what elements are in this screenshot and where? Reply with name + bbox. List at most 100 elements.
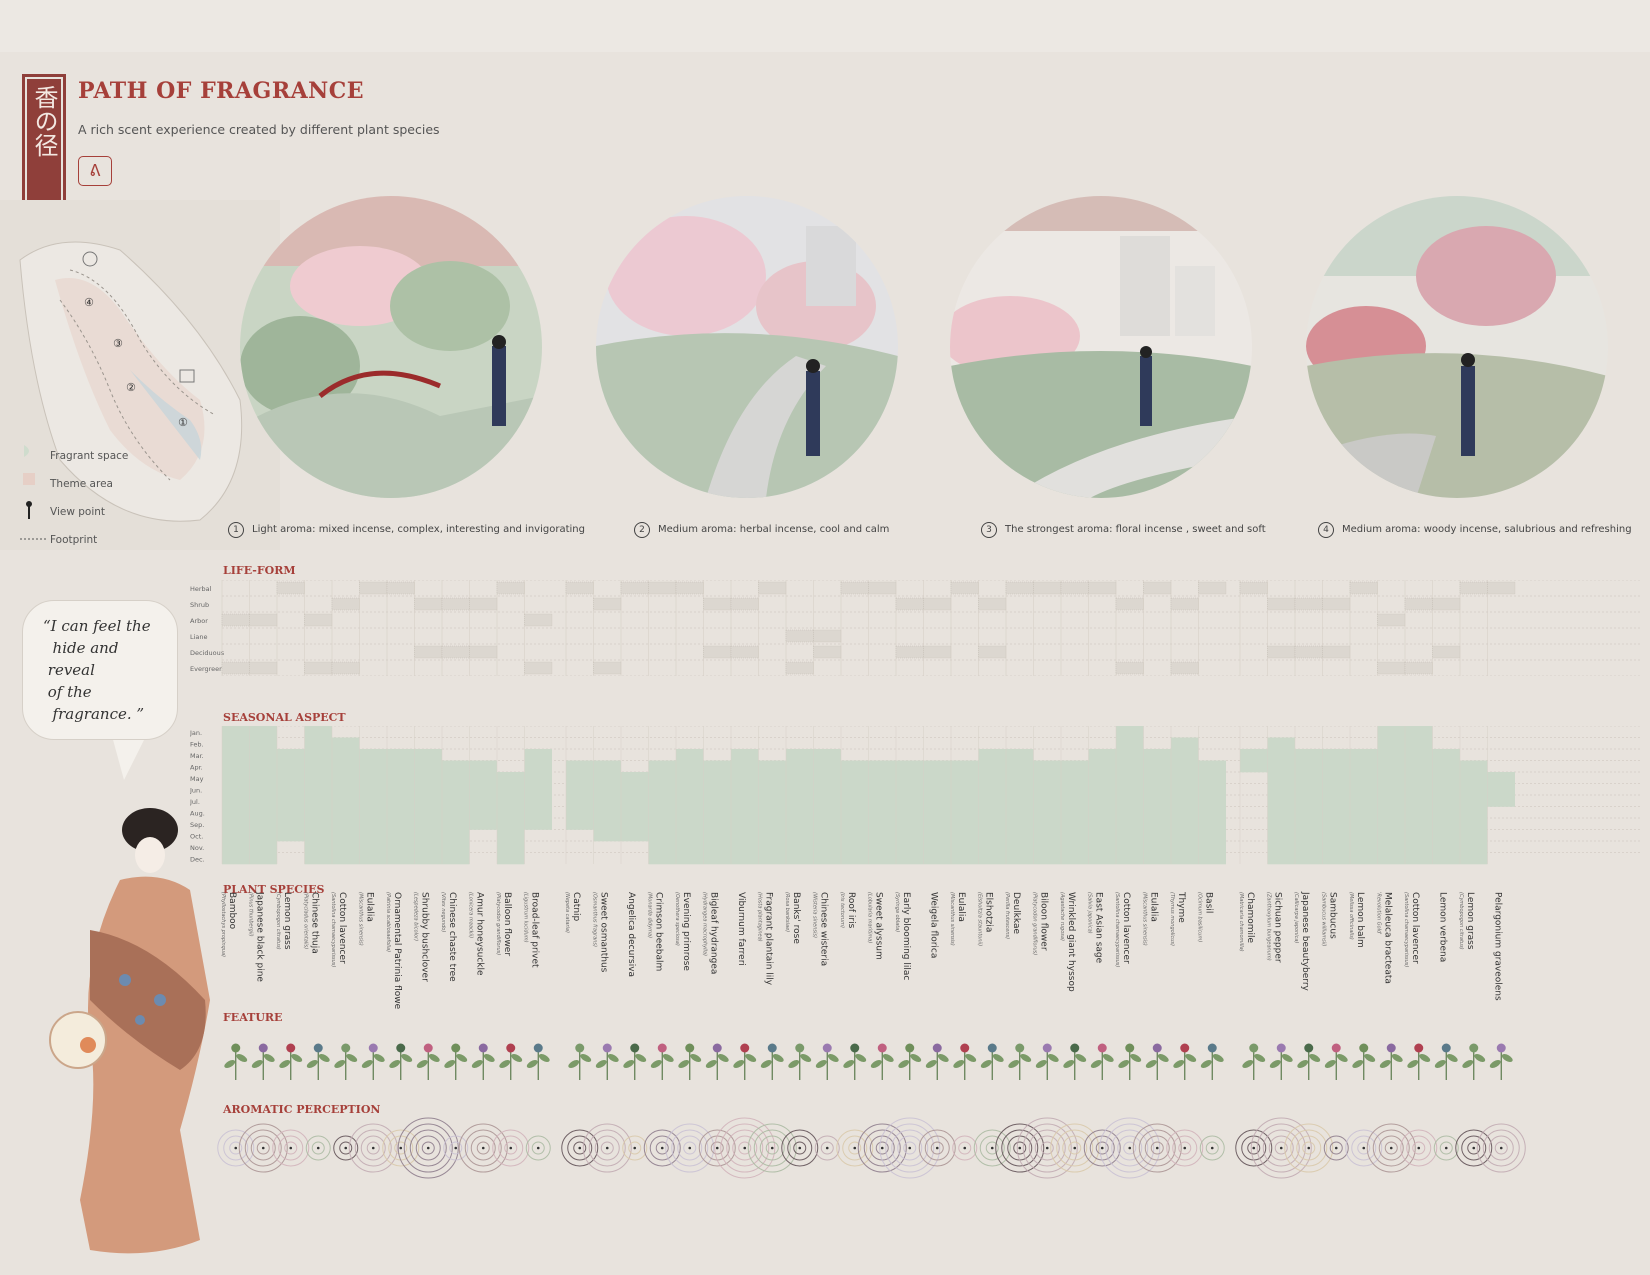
feature-leaf — [898, 1060, 910, 1068]
season-cell — [1006, 772, 1034, 784]
feature-leaf — [471, 1060, 483, 1068]
season-cell — [1405, 841, 1433, 853]
lifeform-title: LIFE-FORM — [223, 564, 296, 577]
season-cell — [359, 829, 387, 842]
season-cell — [868, 772, 896, 784]
season-cell — [1116, 806, 1144, 819]
season-cell — [442, 806, 470, 819]
season-cell — [222, 783, 250, 796]
season-cell — [731, 852, 759, 865]
lifeform-cell — [469, 597, 498, 611]
feature-flower — [987, 1043, 997, 1053]
month-label: Jan. — [190, 729, 202, 737]
feature-leaf — [1212, 1054, 1224, 1062]
species-latin: (Miscanthus sinensis) — [949, 892, 955, 946]
feature-row — [224, 1043, 1513, 1080]
species-latin: (Patrinia scabiosaefolia) — [385, 892, 391, 952]
season-cell — [1006, 852, 1034, 865]
season-cell — [1405, 772, 1433, 784]
lifeform-cell — [978, 597, 1007, 611]
season-cell — [524, 818, 552, 830]
lifeform-cell — [1459, 581, 1488, 595]
season-cell — [387, 806, 415, 819]
season-cell — [1460, 760, 1488, 773]
feature-leaf — [1035, 1060, 1047, 1068]
season-cell — [1295, 829, 1323, 842]
season-cell — [249, 772, 277, 784]
species-latin: (Agastache rugosa) — [1059, 892, 1065, 941]
season-cell — [1405, 760, 1433, 773]
season-cell — [1006, 841, 1034, 853]
lifeform-cell — [1267, 597, 1296, 611]
season-cell — [703, 852, 731, 865]
season-cell — [1033, 852, 1061, 865]
feature-flower — [740, 1043, 750, 1053]
aroma-center — [1389, 1146, 1393, 1150]
species-name: Cotton lavencer — [1410, 892, 1420, 964]
feature-leaf — [444, 1060, 456, 1068]
lifeform-cell — [895, 597, 924, 611]
season-cell — [923, 841, 951, 853]
season-cell — [304, 829, 332, 842]
feature-flower — [506, 1043, 516, 1053]
species-latin: (Melissa officinalis) — [1348, 892, 1354, 940]
species-name: Ornamental Patrinia flowers — [392, 892, 402, 1010]
season-cell — [1006, 818, 1034, 830]
feature-flower — [1207, 1043, 1217, 1053]
season-cell — [524, 760, 552, 773]
feature-leaf — [1173, 1060, 1185, 1068]
season-cell — [648, 806, 676, 819]
lifeform-cell — [923, 597, 952, 611]
season-cell — [1171, 795, 1199, 807]
season-cell — [414, 829, 442, 842]
season-cell — [277, 760, 305, 773]
feature-flower — [1414, 1043, 1424, 1053]
feature-leaf — [690, 1054, 702, 1062]
lifeform-cell — [730, 597, 759, 611]
season-cell — [1061, 772, 1089, 784]
season-cell — [1405, 783, 1433, 796]
season-cell — [387, 783, 415, 796]
feature-flower — [286, 1043, 296, 1053]
season-cell — [1350, 795, 1378, 807]
season-cell — [1006, 760, 1034, 773]
feature-flower — [1331, 1043, 1341, 1053]
feature-leaf — [373, 1054, 385, 1062]
season-cell — [648, 818, 676, 830]
aroma-center — [509, 1146, 513, 1150]
season-cell — [1171, 737, 1199, 750]
season-cell — [1267, 772, 1295, 784]
season-cell — [249, 806, 277, 819]
season-cell — [497, 829, 525, 842]
feature-leaf — [1501, 1054, 1513, 1062]
feature-leaf — [1242, 1060, 1254, 1068]
species-latin: (Santolina chamaecyparissus) — [1114, 892, 1120, 967]
feature-flower — [602, 1043, 612, 1053]
aroma-center — [825, 1146, 829, 1150]
season-cell — [1405, 829, 1433, 842]
feature-flower — [1070, 1043, 1080, 1053]
season-cell — [731, 749, 759, 761]
scene-4-number: 4 — [1318, 522, 1334, 538]
season-cell — [387, 841, 415, 853]
aroma-center — [1472, 1146, 1476, 1150]
season-cell — [896, 841, 924, 853]
season-cell — [222, 772, 250, 784]
species-latin: (Ligustrum lucidum) — [523, 892, 529, 943]
season-cell — [1267, 749, 1295, 761]
season-cell — [1088, 760, 1116, 773]
season-cell — [1061, 829, 1089, 842]
feature-leaf — [788, 1060, 800, 1068]
season-cell — [1088, 749, 1116, 761]
lifeform-row-label: Liane — [190, 633, 208, 641]
lifeform-cell — [1349, 581, 1378, 595]
season-cell — [1088, 841, 1116, 853]
aroma-center — [798, 1146, 802, 1150]
seasonal-chart: Jan. Feb. Mar. Apr. May Jun. Jul. Aug. Sep. Oct. N… — [190, 726, 1640, 865]
legend-footprint: Footprint — [50, 534, 98, 546]
aroma-center — [1155, 1146, 1159, 1150]
season-cell — [387, 852, 415, 865]
map-marker-1: ① — [178, 416, 188, 429]
season-cell — [1377, 806, 1405, 819]
aroma-center — [1073, 1146, 1077, 1150]
